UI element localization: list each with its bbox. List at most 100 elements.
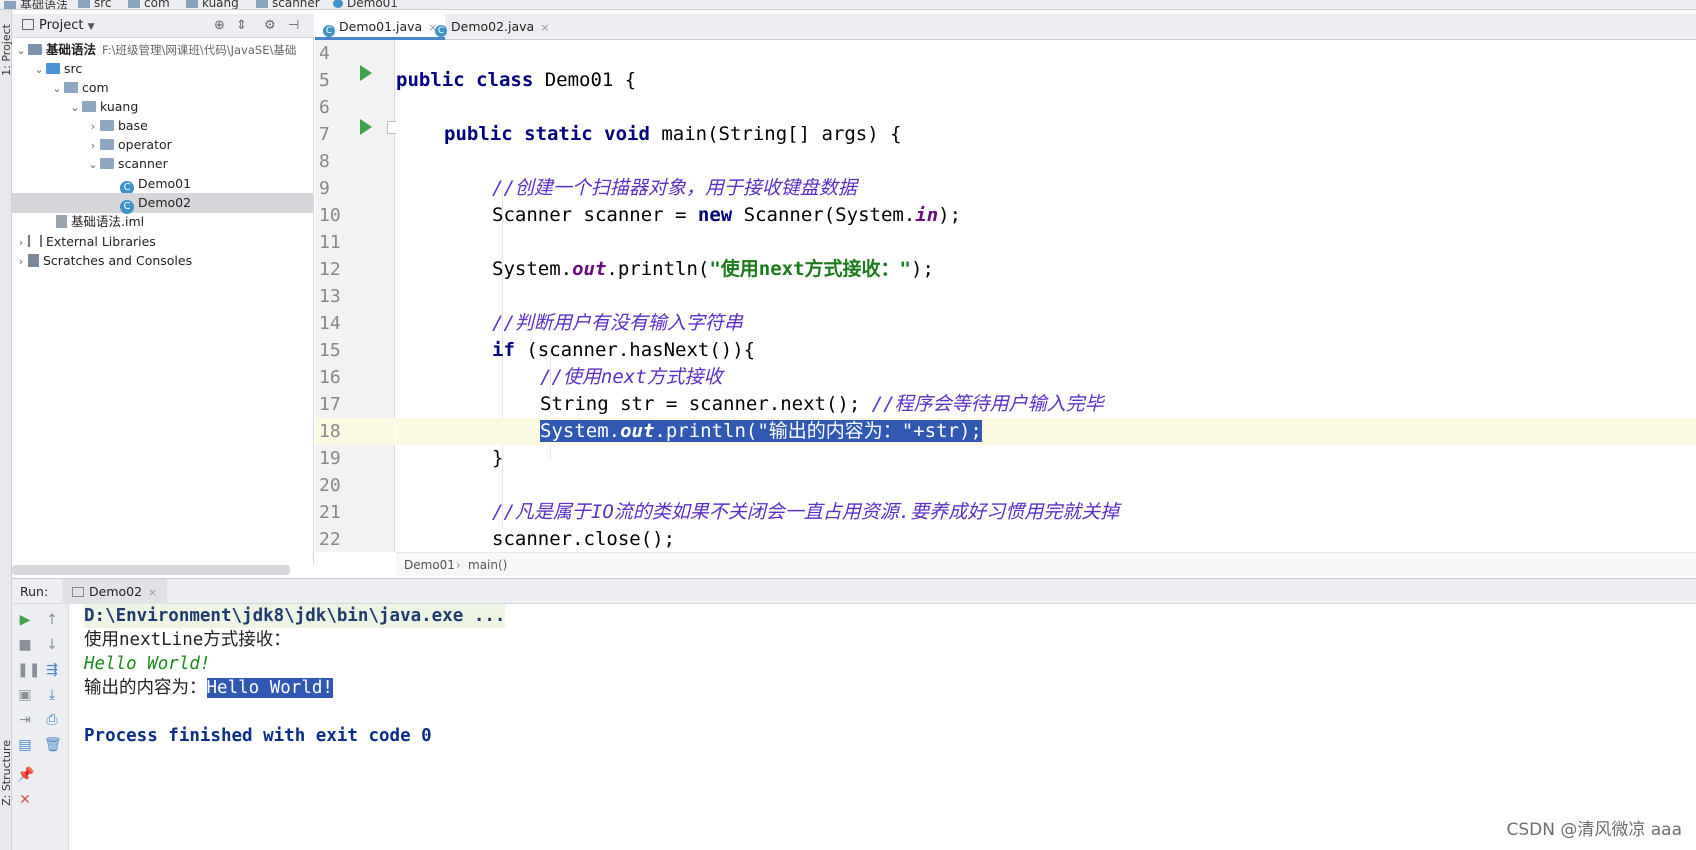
project-tree: ⌄ 基础语法 F:\班级管理\网课班\代码\JavaSE\基础 ⌄ src ⌄ com … (12, 38, 314, 565)
breadcrumb-item-scanner[interactable]: scanner (256, 0, 320, 10)
tree-node-com[interactable]: ⌄ com (50, 78, 108, 98)
code-line-16: //使用next方式接收 (540, 366, 723, 388)
tree-node-demo01[interactable]: C Demo01 (120, 174, 192, 195)
console-exit-status: Process finished with exit code 0 (84, 726, 432, 746)
code-keyword: new (697, 204, 733, 226)
chevron-right-icon: › (90, 120, 96, 133)
chevron-down-icon: ⌄ (52, 82, 62, 95)
class-icon: C (323, 25, 335, 37)
line-number: 16 (319, 367, 341, 388)
source-folder-icon (46, 63, 60, 74)
editor-tab-bar: C Demo01.java × C Demo02.java × (315, 14, 1696, 40)
line-number: 13 (319, 286, 341, 307)
folder-icon (128, 0, 140, 8)
close-icon[interactable]: × (148, 586, 157, 599)
tree-node-scanner[interactable]: ⌄ scanner (86, 154, 167, 174)
run-tab-label: Demo02 (89, 584, 143, 599)
chevron-down-icon: ⌄ (16, 44, 26, 57)
code-text: ); (911, 258, 934, 280)
chevron-right-icon: › (456, 558, 461, 572)
left-tool-stripe: 1: Project Z: Structure (0, 10, 13, 850)
scroll-to-end-icon[interactable]: ⤓ (44, 687, 60, 703)
tree-node-operator[interactable]: › operator (86, 135, 172, 155)
breadcrumb-label: 基础语法 (20, 0, 69, 10)
trash-icon[interactable]: 🗑 (44, 737, 62, 753)
layout-icon[interactable]: ▤ (17, 737, 33, 753)
line-number: 9 (319, 178, 330, 199)
package-icon (82, 101, 96, 112)
code-line-22: scanner.close(); (492, 528, 676, 550)
class-icon (333, 0, 343, 8)
code-line-5: public class Demo01 { (396, 67, 1696, 94)
arrow-down-icon[interactable]: ↓ (44, 637, 60, 653)
code-line-14: //判断用户有没有输入字符串 (492, 312, 743, 334)
breadcrumb-method[interactable]: main() (468, 558, 507, 572)
tab-demo02-java[interactable]: C Demo02.java × (427, 14, 557, 40)
tree-node-label: Demo01 (138, 176, 192, 191)
breadcrumb-item-kuang[interactable]: kuang (186, 0, 239, 9)
stop-icon[interactable]: ■ (17, 637, 33, 653)
exit-icon[interactable]: ⇥ (17, 712, 33, 728)
structure-tool-tab[interactable]: Z: Structure (0, 740, 13, 806)
breadcrumb-item-project[interactable]: 基础语法 (4, 0, 69, 10)
console-user-input: Hello World! (84, 654, 211, 674)
tab-demo01-java[interactable]: C Demo01.java × (315, 14, 446, 40)
pin-icon[interactable]: 📌 (17, 767, 34, 783)
run-label: Run: (20, 584, 49, 599)
line-number: 21 (319, 502, 341, 523)
project-tool-tab[interactable]: 1: Project (0, 24, 13, 76)
tree-node-label: operator (118, 137, 172, 152)
pause-icon[interactable]: ❚❚ (17, 662, 40, 678)
code-keyword: public static void (444, 123, 650, 145)
tree-node-src[interactable]: ⌄ src (32, 59, 82, 79)
breadcrumb-item-demo01[interactable]: Demo01 (333, 0, 398, 9)
run-main-icon[interactable] (360, 119, 372, 135)
console-command-line: D:\Environment\jdk8\jdk\bin\java.exe ... (84, 604, 506, 628)
console-selection: Hello World! (206, 678, 333, 698)
dump-threads-icon[interactable]: ▣ (17, 687, 33, 703)
line-number-current: 18 (315, 418, 395, 445)
code-line-10: Scanner scanner = new Scanner(System.in)… (396, 202, 1696, 229)
line-number: 17 (319, 394, 341, 415)
soft-wrap-icon[interactable]: ⇶ (44, 662, 60, 678)
run-tab-demo02[interactable]: Demo02 × (62, 579, 168, 605)
console-output[interactable]: D:\Environment\jdk8\jdk\bin\java.exe ...… (70, 604, 1696, 850)
close-icon[interactable]: × (540, 21, 549, 34)
tree-node-base[interactable]: › base (86, 116, 148, 136)
chevron-down-icon: ⌄ (88, 158, 98, 171)
collapse-all-icon[interactable]: ⇕ (236, 18, 247, 33)
tree-node-label: 基础语法 (46, 42, 97, 57)
project-panel-title: Project (39, 18, 84, 33)
horizontal-scrollbar[interactable] (12, 565, 290, 575)
tree-node-kuang[interactable]: ⌄ kuang (68, 97, 138, 117)
tree-node-module[interactable]: ⌄ 基础语法 F:\班级管理\网课班\代码\JavaSE\基础 (14, 40, 312, 60)
gear-icon[interactable]: ⚙ (264, 18, 276, 33)
tree-node-external-libraries[interactable]: › External Libraries (14, 232, 156, 252)
breadcrumb-label: scanner (272, 0, 320, 10)
breadcrumb-item-com[interactable]: com (128, 0, 170, 9)
tree-node-iml[interactable]: 基础语法.iml (56, 212, 144, 232)
project-view-selector[interactable]: Project ▼ (22, 18, 95, 33)
close-icon[interactable]: ✕ (17, 792, 33, 808)
tree-node-scratches[interactable]: › Scratches and Consoles (14, 251, 192, 271)
line-number: 12 (319, 259, 341, 280)
line-number: 10 (319, 205, 341, 226)
locate-icon[interactable]: ⊕ (214, 18, 225, 33)
chevron-right-icon: › (18, 255, 24, 268)
run-class-icon[interactable] (360, 65, 372, 81)
hide-panel-icon[interactable]: ⊣ (288, 18, 299, 33)
tab-label: Demo02.java (451, 19, 535, 34)
tree-node-label: Demo02 (138, 195, 192, 210)
print-icon[interactable]: ⎙ (44, 712, 60, 728)
breadcrumb-item-src[interactable]: src (78, 0, 112, 10)
breadcrumb-class[interactable]: Demo01 (404, 558, 455, 572)
tree-node-demo02[interactable]: C Demo02 (12, 193, 313, 214)
breadcrumb-label: src (94, 0, 112, 10)
code-editor[interactable]: public class Demo01 { public static void… (396, 40, 1696, 552)
library-icon (28, 235, 42, 247)
package-icon (100, 139, 114, 150)
rerun-icon[interactable]: ▶ (17, 612, 33, 628)
tree-node-label: src (64, 61, 83, 76)
arrow-up-icon[interactable]: ↑ (44, 612, 60, 628)
editor-gutter: 4 5 6 7 8 9 10 11 12 13 14 15 16 17 18 1… (315, 40, 398, 552)
